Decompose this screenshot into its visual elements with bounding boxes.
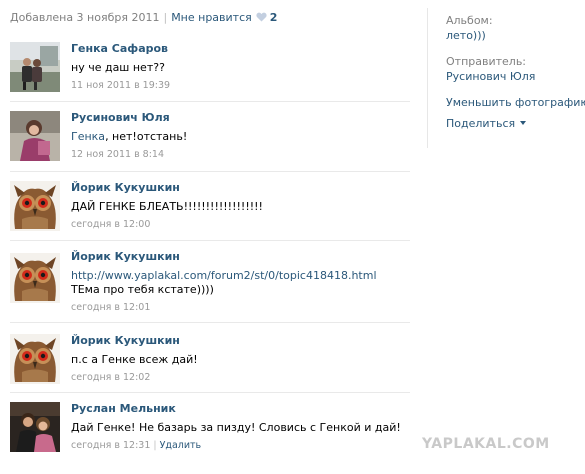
album-label: Альбом: [446,14,493,27]
comment-author[interactable]: Генка Сафаров [71,42,406,56]
comment-divider [10,101,410,102]
comment-date[interactable]: сегодня в 12:02 [71,372,406,384]
delete-link[interactable]: Удалить [160,440,202,451]
avatar[interactable] [10,111,60,161]
comment-author[interactable]: Йорик Кукушкин [71,250,406,264]
sender-label: Отправитель: [446,55,527,68]
watermark: YAPLAKAL.COM [422,436,550,452]
comment-text-body: , нет!отстань! [105,130,188,143]
like-button[interactable]: Мне нравится [171,11,252,24]
owl-icon[interactable] [10,181,60,231]
added-date: Добавлена 3 ноября 2011 [10,11,160,24]
comment-author[interactable]: Йорик Кукушкин [71,181,406,195]
comment-author[interactable]: Руслан Мельник [71,402,406,416]
avatar[interactable] [10,402,60,452]
comment-date[interactable]: сегодня в 12:00 [71,219,406,231]
owl-icon[interactable] [10,253,60,303]
comment-text-body: ТЕма про тебя кстате)))) [71,283,214,296]
comment-date[interactable]: сегодня в 12:01 [71,302,406,314]
comment-divider [10,171,410,172]
sender-link[interactable]: Русинович Юля [446,70,581,83]
comment-text: http://www.yaplakal.com/forum2/st/0/topi… [71,269,406,297]
sidebar-divider [427,8,428,148]
comment-date[interactable]: 11 ноя 2011 в 19:39 [71,80,406,92]
comment-date[interactable]: сегодня в 12:31 [71,440,150,451]
share-button[interactable]: Поделиться [446,117,581,130]
post-meta-bar: Добавлена 3 ноября 2011 | Мне нравится 2 [10,11,277,27]
reduce-photo-link[interactable]: Уменьшить фотографию [446,96,585,109]
comment-divider [10,322,410,323]
owl-icon[interactable] [10,334,60,384]
comment-text: п.с а Генке всеж дай! [71,353,198,366]
comment-link[interactable]: http://www.yaplakal.com/forum2/st/0/topi… [71,269,377,282]
heart-icon[interactable] [256,12,267,25]
avatar[interactable] [10,42,60,92]
album-link[interactable]: лето))) [446,29,581,42]
share-label[interactable]: Поделиться [446,117,515,130]
comment-text: Генка, нет!отстань! [71,130,406,144]
comment-divider [10,240,410,241]
comment-author[interactable]: Русинович Юля [71,111,406,125]
separator: | [163,11,168,24]
comment-date-row: сегодня в 12:31 | Удалить [71,440,406,452]
photo-sidebar: Альбом: лето))) Отправитель: Русинович Ю… [446,14,585,130]
comment-text: Дай Генке! Не базарь за пизду! Словись с… [71,421,401,434]
comment-divider [10,392,410,393]
comment-text: ну че даш нет?? [71,61,165,74]
separator: | [153,440,157,451]
comment-text: ДАЙ ГЕНКЕ БЛЕАТЬ!!!!!!!!!!!!!!!!!! [71,200,263,213]
comment-author[interactable]: Йорик Кукушкин [71,334,406,348]
comment-date[interactable]: 12 ноя 2011 в 8:14 [71,149,406,161]
comments-list: Генка Сафаров ну че даш нет?? 11 ноя 201… [0,30,410,474]
like-count[interactable]: 2 [270,11,278,24]
chevron-down-icon[interactable] [520,121,527,125]
reply-to-link[interactable]: Генка [71,130,105,143]
